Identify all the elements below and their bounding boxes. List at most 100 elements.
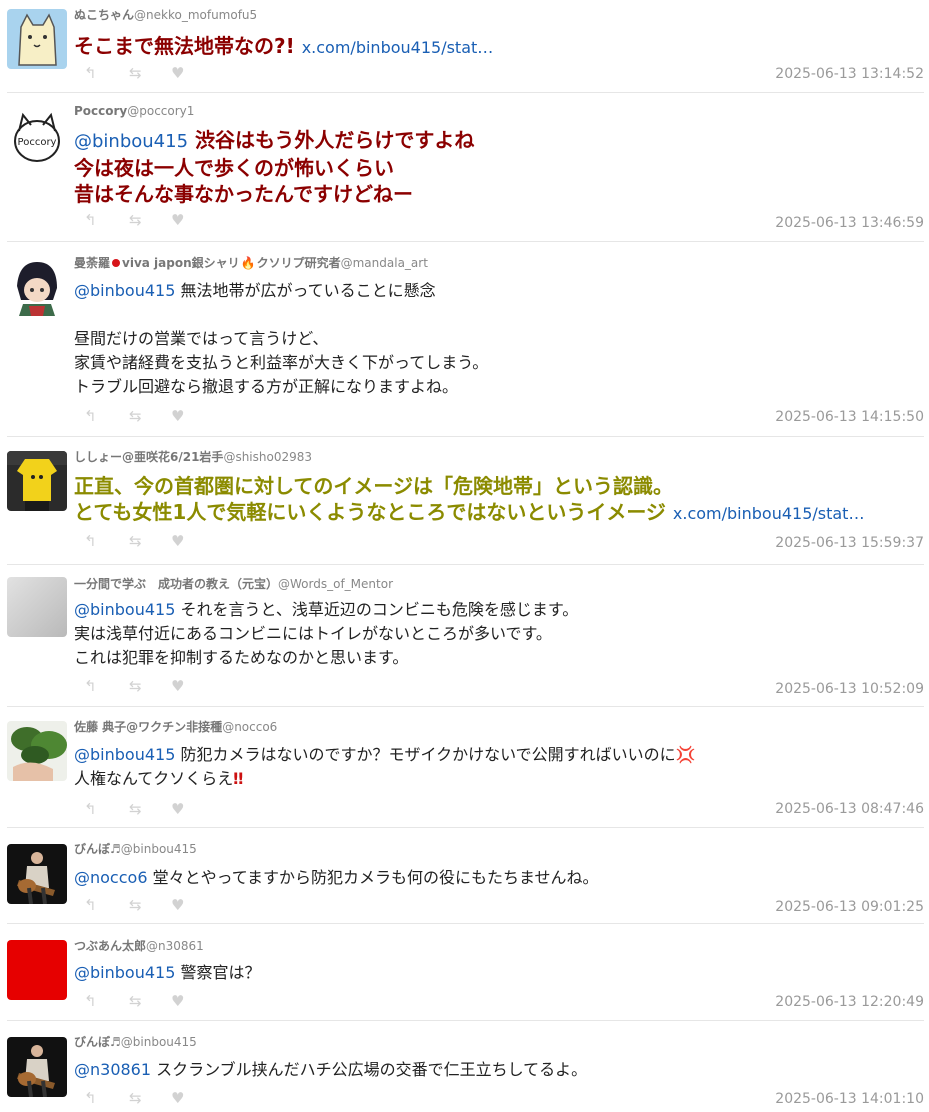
timestamp: 2025-06-13 14:15:50 — [775, 409, 924, 425]
tweet-text: そこまで無法地帯なの?! x.com/binbou415/stat… — [74, 33, 493, 61]
heart-icon[interactable]: ♥ — [171, 212, 184, 228]
mention-link[interactable]: @binbou415 — [74, 600, 175, 619]
retweet-icon[interactable]: ⇆ — [129, 801, 142, 817]
tweet-text: @n30861 スクランブル挟んだハチ公広場の交番で仁王立ちしてるよ。 — [74, 1058, 587, 1082]
display-name[interactable]: つぶあん太郎 — [74, 939, 146, 953]
reply-arrow-icon[interactable]: ↰ — [84, 1090, 97, 1106]
tweet-link[interactable]: x.com/binbou415/stat… — [302, 38, 494, 57]
tweet-text: 正直、今の首都圏に対してのイメージは「危険地帯」という認識。 とても女性1人で気… — [74, 473, 864, 527]
tweet-text: @binbou415 それを言うと、浅草近辺のコンビニも危険を感じます。 実は浅… — [74, 598, 578, 670]
reply-arrow-icon[interactable]: ↰ — [84, 533, 97, 549]
mention-link[interactable]: @binbou415 — [74, 281, 175, 300]
tweet-text-line: そこまで無法地帯なの?! — [74, 34, 295, 58]
tweet-header: ししょー@亜咲花6/21岩手@shisho02983 — [74, 448, 312, 465]
tweet-text: @binbou415 無法地帯が広がっていることに懸念 昼間だけの営業ではって言… — [74, 279, 488, 399]
tweet-header: 一分間で学ぶ 成功者の教え（元宝）@Words_of_Mentor — [74, 575, 393, 592]
retweet-icon[interactable]: ⇆ — [129, 1090, 142, 1106]
avatar[interactable] — [7, 9, 67, 69]
tweet-text-line: 正直、今の首都圏に対してのイメージは「危険地帯」という認識。 — [74, 474, 673, 498]
tweet-header: 曼荼羅 viva japon銀シャリ🔥クソリプ研究者@mandala_art — [74, 254, 428, 271]
reply-arrow-icon[interactable]: ↰ — [84, 801, 97, 817]
tweet-text-line: 無法地帯が広がっていることに懸念 — [180, 281, 436, 300]
mention-link[interactable]: @binbou415 — [74, 131, 188, 152]
display-name[interactable]: 曼荼羅 viva japon銀シャリ🔥クソリプ研究者 — [74, 256, 341, 270]
double-exclamation-icon: ‼ — [233, 769, 244, 788]
tweet-text-line: 実は浅草付近にあるコンビニにはトイレがないところが多いです。 — [74, 624, 552, 643]
user-handle[interactable]: @nekko_mofumofu5 — [134, 8, 257, 22]
retweet-icon[interactable]: ⇆ — [129, 212, 142, 228]
reply-arrow-icon[interactable]: ↰ — [84, 65, 97, 81]
timestamp: 2025-06-13 08:47:46 — [775, 801, 924, 817]
display-name[interactable]: びんぼ♬ — [74, 842, 121, 856]
display-name[interactable]: Poccory — [74, 104, 127, 118]
timestamp: 2025-06-13 15:59:37 — [775, 535, 924, 551]
user-handle[interactable]: @binbou415 — [121, 1035, 197, 1049]
heart-icon[interactable]: ♥ — [171, 408, 184, 424]
display-name[interactable]: ししょー@亜咲花6/21岩手 — [74, 450, 223, 464]
heart-icon[interactable]: ♥ — [171, 801, 184, 817]
heart-icon[interactable]: ♥ — [171, 65, 184, 81]
tweet-text-line: トラブル回避なら撤退する方が正解になりますよね。 — [74, 377, 459, 396]
user-handle[interactable]: @shisho02983 — [223, 450, 312, 464]
heart-icon[interactable]: ♥ — [171, 533, 184, 549]
tweet-item: 一分間で学ぶ 成功者の教え（元宝）@Words_of_Mentor @binbo… — [7, 565, 924, 707]
user-handle[interactable]: @binbou415 — [121, 842, 197, 856]
user-handle[interactable]: @mandala_art — [341, 256, 428, 270]
reply-arrow-icon[interactable]: ↰ — [84, 678, 97, 694]
heart-icon[interactable]: ♥ — [171, 897, 184, 913]
tweet-text: @binbou415 警察官は？ — [74, 961, 260, 985]
avatar[interactable]: Poccory — [7, 109, 67, 169]
tweet-text-line: 堂々とやってますから防犯カメラも何の役にもたちませんね。 — [152, 868, 599, 887]
tweet-header: ぬこちゃん@nekko_mofumofu5 — [74, 6, 257, 23]
reply-arrow-icon[interactable]: ↰ — [84, 897, 97, 913]
reply-arrow-icon[interactable]: ↰ — [84, 993, 97, 1009]
tweet-text-line: 昼間だけの営業ではって言うけど、 — [74, 329, 329, 348]
display-name[interactable]: ぬこちゃん — [74, 8, 134, 22]
tweet-text-line: 家賃や諸経費を支払うと利益率が大きく下がってしまう。 — [74, 353, 489, 372]
avatar[interactable] — [7, 256, 67, 316]
avatar[interactable] — [7, 721, 67, 781]
retweet-icon[interactable]: ⇆ — [129, 533, 142, 549]
tweet-link[interactable]: x.com/binbou415/stat… — [673, 504, 865, 523]
timestamp: 2025-06-13 13:14:52 — [775, 66, 924, 82]
mention-link[interactable]: @binbou415 — [74, 745, 175, 764]
avatar[interactable] — [7, 1037, 67, 1097]
timestamp: 2025-06-13 10:52:09 — [775, 681, 924, 697]
tweet-item: ぬこちゃん@nekko_mofumofu5 そこまで無法地帯なの?! x.com… — [7, 0, 924, 93]
user-handle[interactable]: @nocco6 — [222, 720, 277, 734]
tweet-item: びんぼ♬@binbou415 @nocco6 堂々とやってますから防犯カメラも何… — [7, 828, 924, 924]
tweet-text-line: 昔はそんな事なかったんですけどねー — [74, 182, 413, 206]
avatar[interactable] — [7, 940, 67, 1000]
heart-icon[interactable]: ♥ — [171, 1090, 184, 1106]
user-handle[interactable]: @poccory1 — [127, 104, 194, 118]
retweet-icon[interactable]: ⇆ — [129, 408, 142, 424]
mention-link[interactable]: @n30861 — [74, 1060, 151, 1079]
retweet-icon[interactable]: ⇆ — [129, 65, 142, 81]
tweet-text: @binbou415 防犯カメラはないのですか？モザイクかけないで公開すればいい… — [74, 743, 696, 791]
avatar[interactable] — [7, 844, 67, 904]
reply-arrow-icon[interactable]: ↰ — [84, 408, 97, 424]
tweet-text-line: 警察官は？ — [180, 963, 261, 982]
japan-flag-icon — [112, 259, 121, 267]
tweet-item: つぶあん太郎@n30861 @binbou415 警察官は？ ↰ ⇆ ♥ 202… — [7, 924, 924, 1021]
avatar[interactable] — [7, 577, 67, 637]
retweet-icon[interactable]: ⇆ — [129, 897, 142, 913]
tweet-header: Poccory@poccory1 — [74, 104, 194, 118]
heart-icon[interactable]: ♥ — [171, 993, 184, 1009]
mention-link[interactable]: @nocco6 — [74, 868, 148, 887]
tweet-header: びんぼ♬@binbou415 — [74, 840, 197, 857]
anger-symbol-icon: 💢 — [675, 745, 696, 764]
display-name[interactable]: 佐藤 典子@ワクチン非接種 — [74, 720, 222, 734]
heart-icon[interactable]: ♥ — [171, 678, 184, 694]
user-handle[interactable]: @Words_of_Mentor — [278, 577, 393, 591]
tweet-item: 佐藤 典子@ワクチン非接種@nocco6 @binbou415 防犯カメラはない… — [7, 707, 924, 828]
mention-link[interactable]: @binbou415 — [74, 963, 175, 982]
display-name[interactable]: 一分間で学ぶ 成功者の教え（元宝） — [74, 577, 278, 591]
reply-arrow-icon[interactable]: ↰ — [84, 212, 97, 228]
avatar[interactable] — [7, 451, 67, 511]
retweet-icon[interactable]: ⇆ — [129, 993, 142, 1009]
display-name[interactable]: びんぼ♬ — [74, 1035, 121, 1049]
tweet-text-line: 人権なんてクソくらえ — [74, 769, 234, 788]
retweet-icon[interactable]: ⇆ — [129, 678, 142, 694]
user-handle[interactable]: @n30861 — [146, 939, 204, 953]
